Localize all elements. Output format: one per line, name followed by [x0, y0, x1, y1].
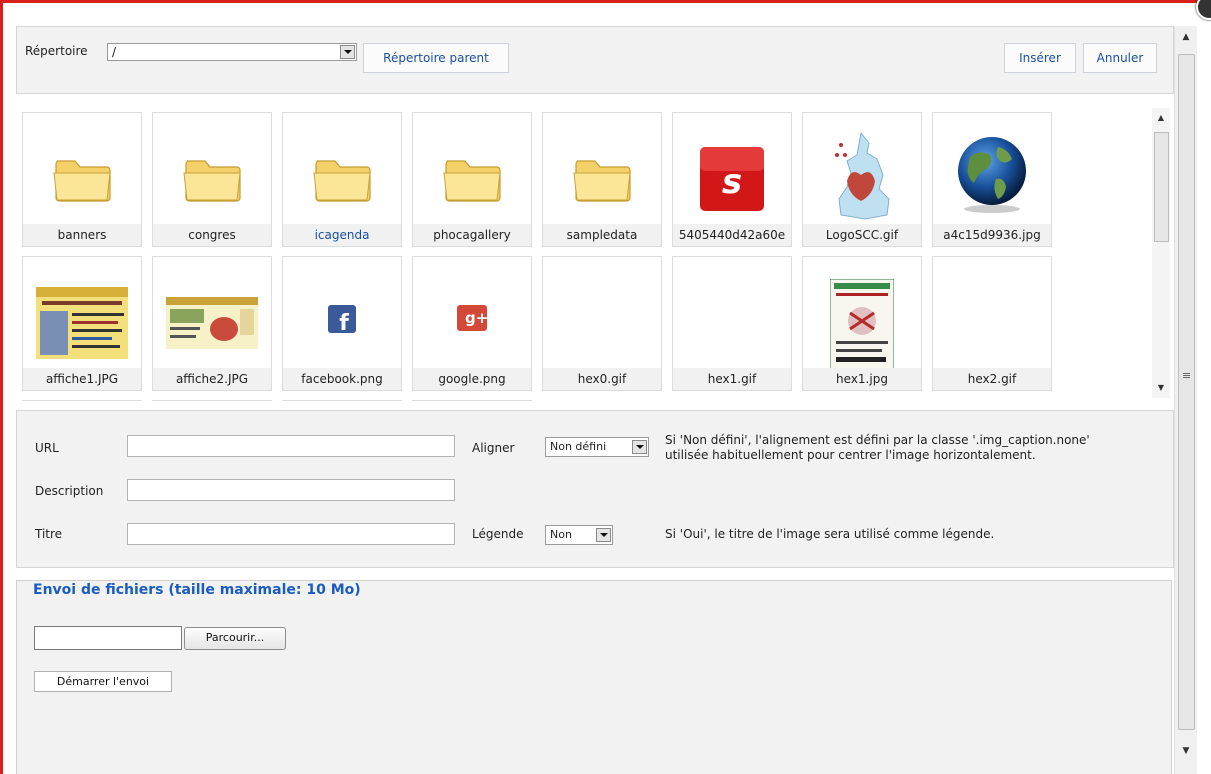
cancel-button[interactable]: Annuler [1083, 43, 1157, 73]
item-caption: phocagallery [413, 224, 531, 246]
image-item[interactable]: LogoSCC.gif [802, 112, 922, 247]
item-caption: 5405440d42a60e [673, 224, 791, 246]
item-caption: sampledata [543, 224, 661, 246]
align-value: Non défini [550, 440, 607, 453]
start-upload-button[interactable]: Démarrer l'envoi [34, 671, 172, 692]
poster-thumbnail [830, 279, 894, 369]
file-path-input[interactable] [34, 626, 182, 650]
file-browser-grid: banners congres icagenda phocagallery sa… [20, 112, 1150, 402]
folder-item[interactable]: banners [22, 112, 142, 247]
scroll-down-icon[interactable]: ▼ [1152, 380, 1170, 396]
google-plus-icon: g+ [457, 305, 487, 331]
url-input[interactable] [127, 435, 455, 457]
scroll-thumb[interactable] [1154, 132, 1169, 242]
upload-fieldset [16, 580, 1172, 774]
svg-text:s: s [722, 162, 742, 202]
image-item[interactable]: hex0.gif [542, 256, 662, 391]
scroll-grip-icon: ≡ [1182, 369, 1192, 382]
poster-thumbnail [166, 297, 258, 349]
item-caption: hex1.jpg [803, 368, 921, 390]
item-caption: affiche1.JPG [23, 368, 141, 390]
chevron-down-icon[interactable] [596, 528, 611, 542]
image-item[interactable]: hex2.gif [932, 256, 1052, 391]
image-item[interactable]: affiche2.JPG [152, 256, 272, 391]
red-s-logo-thumbnail: s [700, 147, 764, 211]
align-info-line2: utilisée habituellement pour centrer l'i… [665, 448, 1036, 462]
image-item[interactable]: hex1.gif [672, 256, 792, 391]
item-caption: banners [23, 224, 141, 246]
caption-info: Si 'Oui', le titre de l'image sera utili… [665, 527, 995, 541]
poster-thumbnail [36, 287, 128, 359]
folder-icon [573, 160, 631, 202]
image-item[interactable]: a4c15d9936.jpg [932, 112, 1052, 247]
folder-icon [53, 160, 111, 202]
caption-select[interactable]: Non [545, 525, 613, 545]
chevron-down-icon[interactable] [340, 45, 355, 59]
scroll-up-icon[interactable]: ▲ [1152, 110, 1170, 126]
description-input[interactable] [127, 479, 455, 501]
align-label: Aligner [472, 441, 515, 455]
row-edge [282, 400, 402, 402]
page-scrollbar[interactable]: ▲ ≡ ▼ [1174, 26, 1197, 774]
map-logo-thumbnail [835, 131, 890, 220]
folder-icon [443, 160, 501, 202]
folder-icon [183, 160, 241, 202]
browse-button[interactable]: Parcourir... [184, 627, 286, 650]
scroll-thumb[interactable] [1178, 54, 1195, 730]
folder-item[interactable]: congres [152, 112, 272, 247]
item-caption: a4c15d9936.jpg [933, 224, 1051, 246]
grid-scrollbar[interactable]: ▲ ▼ [1152, 108, 1170, 398]
item-caption: icagenda [283, 224, 401, 246]
folder-item[interactable]: sampledata [542, 112, 662, 247]
item-caption: congres [153, 224, 271, 246]
item-caption: affiche2.JPG [153, 368, 271, 390]
url-label: URL [35, 441, 59, 455]
insert-button[interactable]: Insérer [1004, 43, 1076, 73]
parent-directory-button[interactable]: Répertoire parent [363, 43, 509, 73]
directory-label: Répertoire [25, 44, 88, 58]
align-info-line1: Si 'Non défini', l'alignement est défini… [665, 433, 1090, 447]
image-item[interactable]: hex1.jpg [802, 256, 922, 391]
item-caption: google.png [413, 368, 531, 390]
svg-text:g+: g+ [465, 309, 487, 327]
item-caption: hex0.gif [543, 368, 661, 390]
row-edge [22, 400, 142, 402]
caption-label: Légende [472, 527, 524, 541]
item-caption: LogoSCC.gif [803, 224, 921, 246]
item-caption: hex2.gif [933, 368, 1051, 390]
title-label: Titre [35, 527, 63, 541]
folder-icon [313, 160, 371, 202]
row-edge [412, 400, 532, 402]
image-properties-panel: URL Description Titre Aligner Non défini… [16, 410, 1174, 568]
description-label: Description [35, 484, 104, 498]
image-item[interactable]: affiche1.JPG [22, 256, 142, 391]
image-item[interactable]: f facebook.png [282, 256, 402, 391]
folder-item[interactable]: phocagallery [412, 112, 532, 247]
align-select[interactable]: Non défini [545, 437, 649, 457]
item-caption: hex1.gif [673, 368, 791, 390]
image-item[interactable]: g+ google.png [412, 256, 532, 391]
align-info: Si 'Non défini', l'alignement est défini… [665, 433, 1090, 463]
upload-legend: Envoi de fichiers (taille maximale: 10 M… [30, 582, 364, 598]
scroll-up-icon[interactable]: ▲ [1175, 28, 1197, 46]
svg-text:f: f [339, 311, 349, 333]
scroll-down-icon[interactable]: ▼ [1175, 742, 1197, 760]
chevron-down-icon[interactable] [632, 440, 647, 454]
caption-value: Non [550, 528, 572, 541]
row-edge [152, 400, 272, 402]
directory-value: / [112, 45, 117, 59]
toolbar-panel: Répertoire / Répertoire parent Insérer A… [16, 26, 1174, 94]
facebook-icon: f [328, 305, 356, 333]
item-caption: facebook.png [283, 368, 401, 390]
directory-select[interactable]: / [107, 43, 357, 61]
title-input[interactable] [127, 523, 455, 545]
image-item[interactable]: s 5405440d42a60e [672, 112, 792, 247]
folder-item[interactable]: icagenda [282, 112, 402, 247]
globe-thumbnail [958, 137, 1026, 213]
